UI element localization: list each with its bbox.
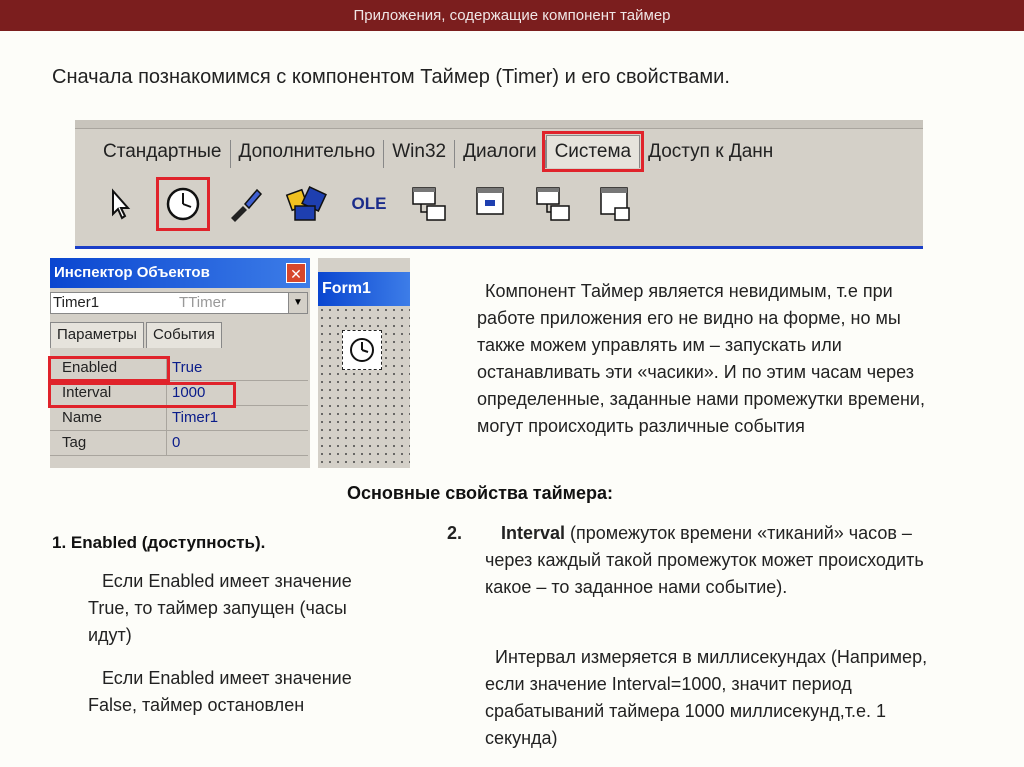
enabled-heading: 1. Enabled (доступность). [52,533,265,553]
tab-standard[interactable]: Стандартные [95,140,231,168]
tab-parameters[interactable]: Параметры [50,322,144,348]
chevron-down-icon[interactable]: ▼ [288,293,307,313]
interval-text: Interval (промежуток времени «тиканий» ч… [485,520,947,601]
interval-units-text: Интервал измеряется в миллисекундах (Нап… [485,647,928,748]
description: Компонент Таймер является невидимым, т.е… [477,281,925,436]
property-key: Tag [62,434,87,451]
interval-number: 2. [447,523,463,543]
property-value[interactable]: 0 [172,434,180,451]
close-icon[interactable]: ✕ [286,263,306,283]
property-row[interactable]: Tag 0 [50,431,308,456]
tab-win32[interactable]: Win32 [384,140,456,168]
properties-heading: Основные свойства таймера: [347,483,613,503]
dde-client-conv-icon[interactable] [529,178,581,230]
dde-server-item-icon[interactable] [467,178,519,230]
object-inspector: Инспектор Объектов ✕ Timer1 TTimer ▼ Пар… [48,258,310,468]
palette-tools: OLE [95,174,653,234]
object-class: TTimer [179,294,226,311]
mediaplayer-icon[interactable] [281,178,333,230]
property-value[interactable]: True [172,359,202,376]
form-window: Form1 [318,258,410,468]
paintbox-icon[interactable] [219,178,271,230]
inspector-title: Инспектор Объектов [50,258,310,288]
property-row[interactable]: Name Timer1 [50,406,308,431]
dde-server-conv-icon[interactable] [405,178,457,230]
interval-highlight [48,382,236,408]
dde-client-item-icon[interactable] [591,178,643,230]
inspector-tabs: Параметры События [50,322,224,348]
object-name: Timer1 [53,294,100,311]
tab-dialogs[interactable]: Диалоги [455,140,546,168]
intro-text: Сначала познакомимся с компонентом Тайме… [52,66,730,88]
enabled-title: Enabled (доступность). [70,533,266,552]
ole-label: OLE [351,194,387,213]
palette-top-bar [75,120,923,129]
interval-bold: Interval [501,523,566,543]
tab-system[interactable]: Система [541,131,645,172]
slide-header: Приложения, содержащие компонент таймер [0,0,1024,31]
tab-additional[interactable]: Дополнительно [231,140,385,168]
property-value[interactable]: Timer1 [172,409,218,426]
enabled-highlight [48,356,170,382]
palette-tabs: Стандартные Дополнительно Win32 Диалоги … [95,131,781,172]
enabled-false-text: Если Enabled имеет значение False, тайме… [88,668,352,715]
enabled-true-text: Если Enabled имеет значение True, то тай… [88,571,352,645]
enabled-number: 1. [52,533,67,552]
arrow-icon[interactable] [95,178,147,230]
tab-data-access[interactable]: Доступ к Данн [640,140,781,168]
ole-icon[interactable]: OLE [343,178,395,230]
property-key: Name [62,409,103,426]
timer-component-icon[interactable] [342,330,382,370]
tab-events[interactable]: События [145,322,222,348]
timer-icon[interactable] [156,177,210,231]
object-selector[interactable]: Timer1 TTimer ▼ [50,292,308,314]
component-palette: Стандартные Дополнительно Win32 Диалоги … [75,120,923,249]
form-title: Form1 [318,272,410,306]
form-body [318,306,410,468]
